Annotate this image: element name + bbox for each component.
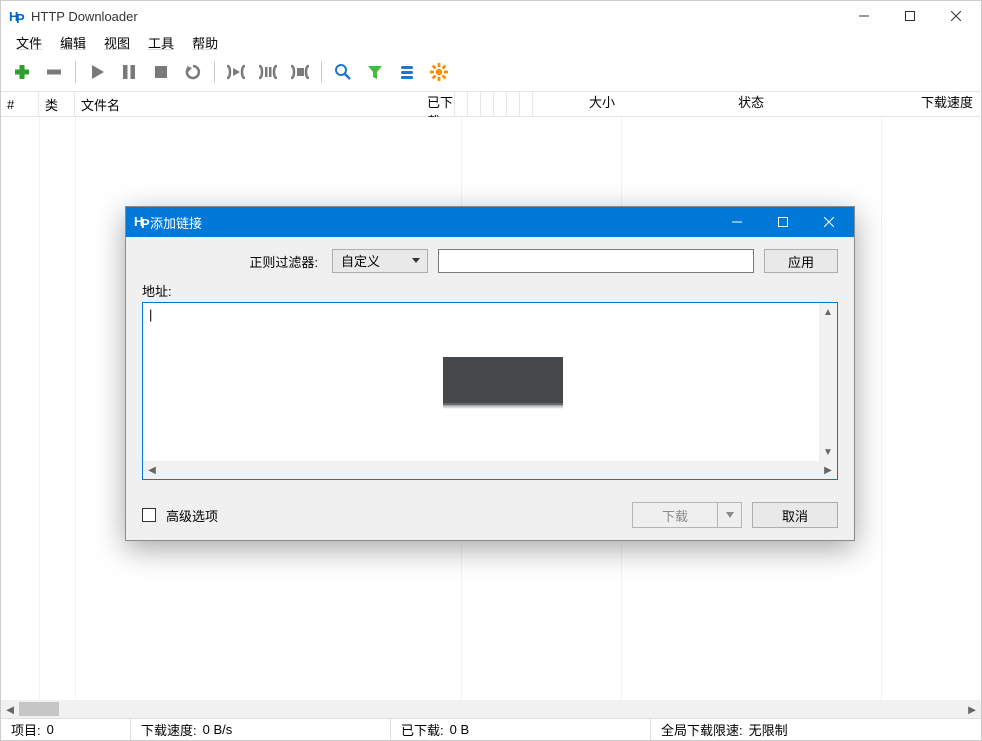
filter-preset-select[interactable]: 自定义 [332,249,428,273]
redacted-overlay [443,357,563,405]
url-vscrollbar[interactable]: ▲ ▼ [819,303,837,461]
filter-row: 正则过滤器: 自定义 应用 [142,249,838,273]
scroll-left-icon[interactable]: ◀ [143,461,161,479]
url-hscrollbar[interactable]: ◀ ▶ [143,461,837,479]
dialog-titlebar: HP 添加链接 [126,207,854,237]
download-dropdown-button[interactable] [718,502,742,528]
svg-text:P: P [141,216,150,229]
advanced-label[interactable]: 高级选项 [166,506,218,525]
download-split-button: 下载 [632,502,742,528]
scroll-right-icon[interactable]: ▶ [819,461,837,479]
dialog-body: 正则过滤器: 自定义 应用 地址: | ▲ ▼ [126,237,854,490]
scroll-down-icon[interactable]: ▼ [819,443,837,461]
dialog-backdrop: HP 添加链接 正则过滤器: 自定义 [1,1,981,740]
filter-label: 正则过滤器: [142,252,322,271]
add-url-dialog: HP 添加链接 正则过滤器: 自定义 [125,206,855,541]
dialog-footer: 高级选项 下载 取消 [126,490,854,540]
download-button[interactable]: 下载 [632,502,718,528]
advanced-checkbox[interactable] [142,508,156,522]
url-label: 地址: [142,281,838,300]
dialog-maximize-button[interactable] [760,207,806,237]
filter-input[interactable] [438,249,754,273]
dialog-title: 添加链接 [150,213,714,232]
apply-button[interactable]: 应用 [764,249,838,273]
dialog-app-icon: HP [134,213,150,232]
scroll-up-icon[interactable]: ▲ [819,303,837,321]
main-window: HP HTTP Downloader 文件 编辑 视图 工具 帮助 [0,0,982,741]
url-textarea-wrap: | ▲ ▼ ◀ ▶ [142,302,838,480]
cancel-button[interactable]: 取消 [752,502,838,528]
dialog-minimize-button[interactable] [714,207,760,237]
dialog-close-button[interactable] [806,207,852,237]
